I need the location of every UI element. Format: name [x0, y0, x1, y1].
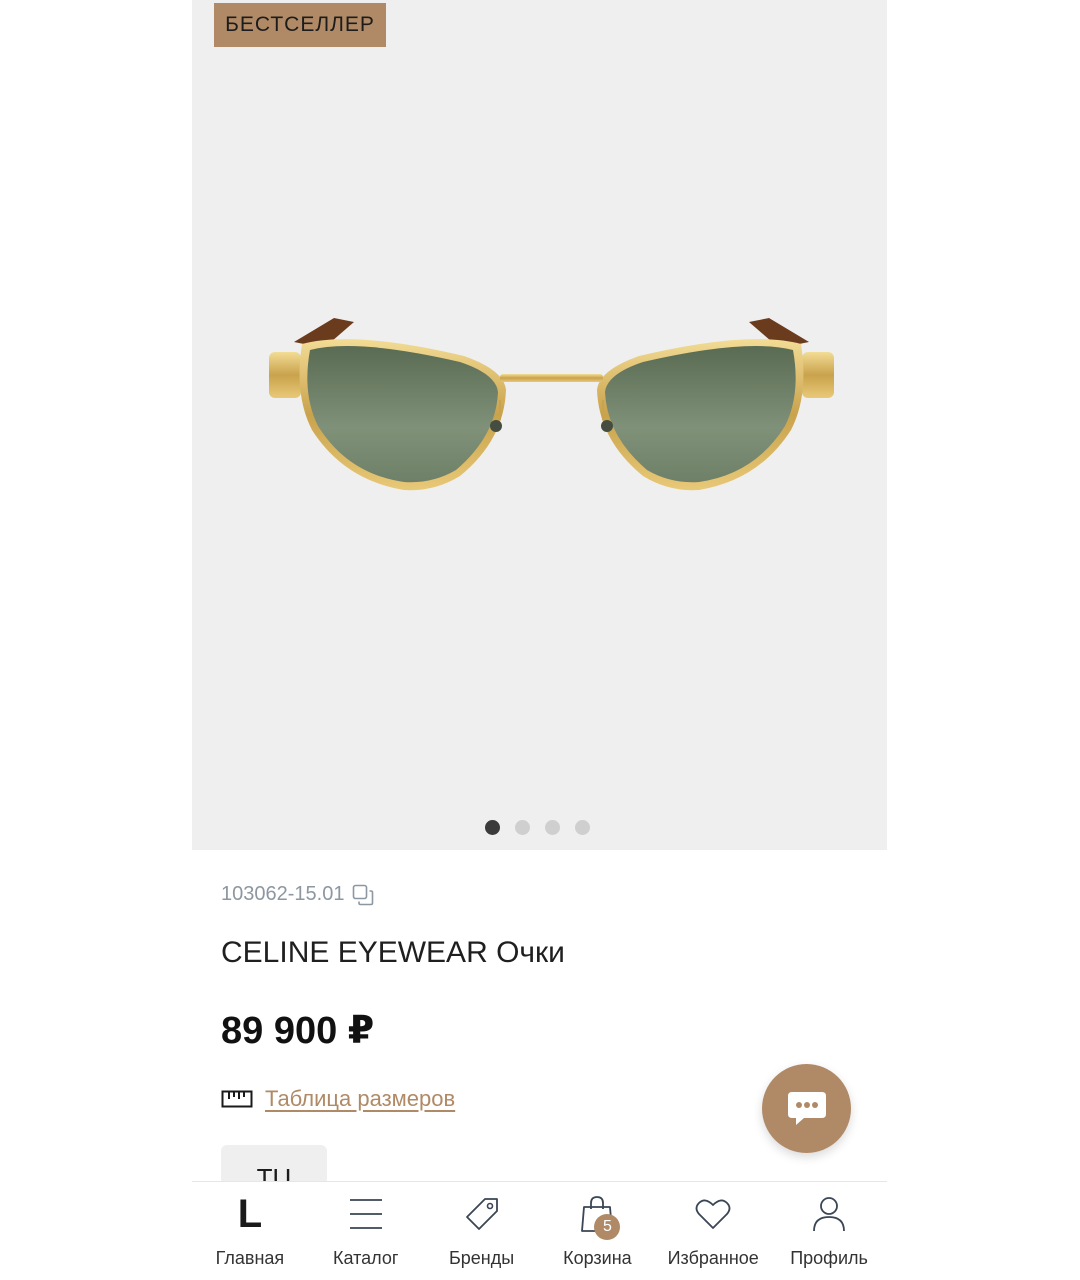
- nav-item-cart[interactable]: 5 Корзина: [540, 1182, 655, 1269]
- cart-count-badge: 5: [594, 1214, 621, 1240]
- menu-icon: [348, 1194, 384, 1234]
- nav-label-favorites: Избранное: [667, 1248, 759, 1268]
- logo-l-icon: L: [237, 1192, 263, 1236]
- sunglasses-image: [269, 318, 834, 491]
- heart-icon: [695, 1194, 731, 1234]
- ruler-icon: [221, 1090, 253, 1108]
- nav-item-brands[interactable]: Бренды: [424, 1182, 539, 1269]
- bestseller-badge: БЕСТСЕЛЛЕР: [214, 3, 386, 47]
- gallery-pagination[interactable]: [192, 820, 887, 835]
- nav-item-catalog[interactable]: Каталог: [308, 1182, 423, 1269]
- nav-label-brands: Бренды: [448, 1248, 515, 1268]
- nav-item-profile[interactable]: Профиль: [772, 1182, 887, 1269]
- product-page: БЕСТСЕЛЛЕР 103062-15.01 CELINE EYEWEAR О…: [192, 0, 887, 1280]
- user-icon: [812, 1194, 846, 1234]
- gallery-dot[interactable]: [574, 820, 590, 835]
- nav-item-favorites[interactable]: Избранное: [656, 1182, 771, 1269]
- chat-bubble-icon: [787, 1091, 826, 1125]
- product-price: 89 900 ₽: [221, 1010, 375, 1052]
- nav-label-cart: Корзина: [563, 1248, 632, 1268]
- chat-button[interactable]: [762, 1064, 851, 1153]
- product-sku: 103062-15.01: [221, 883, 374, 906]
- bag-icon: 5: [580, 1194, 621, 1240]
- nav-label-catalog: Каталог: [333, 1248, 399, 1268]
- product-image-gallery[interactable]: БЕСТСЕЛЛЕР: [192, 0, 887, 850]
- sku-text: 103062-15.01: [221, 883, 345, 905]
- nav-label-profile: Профиль: [790, 1248, 868, 1268]
- copy-icon[interactable]: [352, 884, 374, 906]
- nav-label-home: Главная: [215, 1248, 285, 1268]
- nav-item-home[interactable]: L Главная: [192, 1182, 307, 1269]
- gallery-dot[interactable]: [484, 820, 500, 835]
- tag-icon: [463, 1194, 501, 1234]
- size-table-link[interactable]: Таблица размеров: [221, 1086, 455, 1112]
- product-title: CELINE EYEWEAR Очки: [221, 936, 565, 969]
- bottom-navigation: L Главная Каталог Бренды 5 Корзина Избра…: [192, 1181, 887, 1280]
- size-table-label[interactable]: Таблица размеров: [265, 1086, 455, 1112]
- gallery-dot[interactable]: [544, 820, 560, 835]
- gallery-dot[interactable]: [514, 820, 530, 835]
